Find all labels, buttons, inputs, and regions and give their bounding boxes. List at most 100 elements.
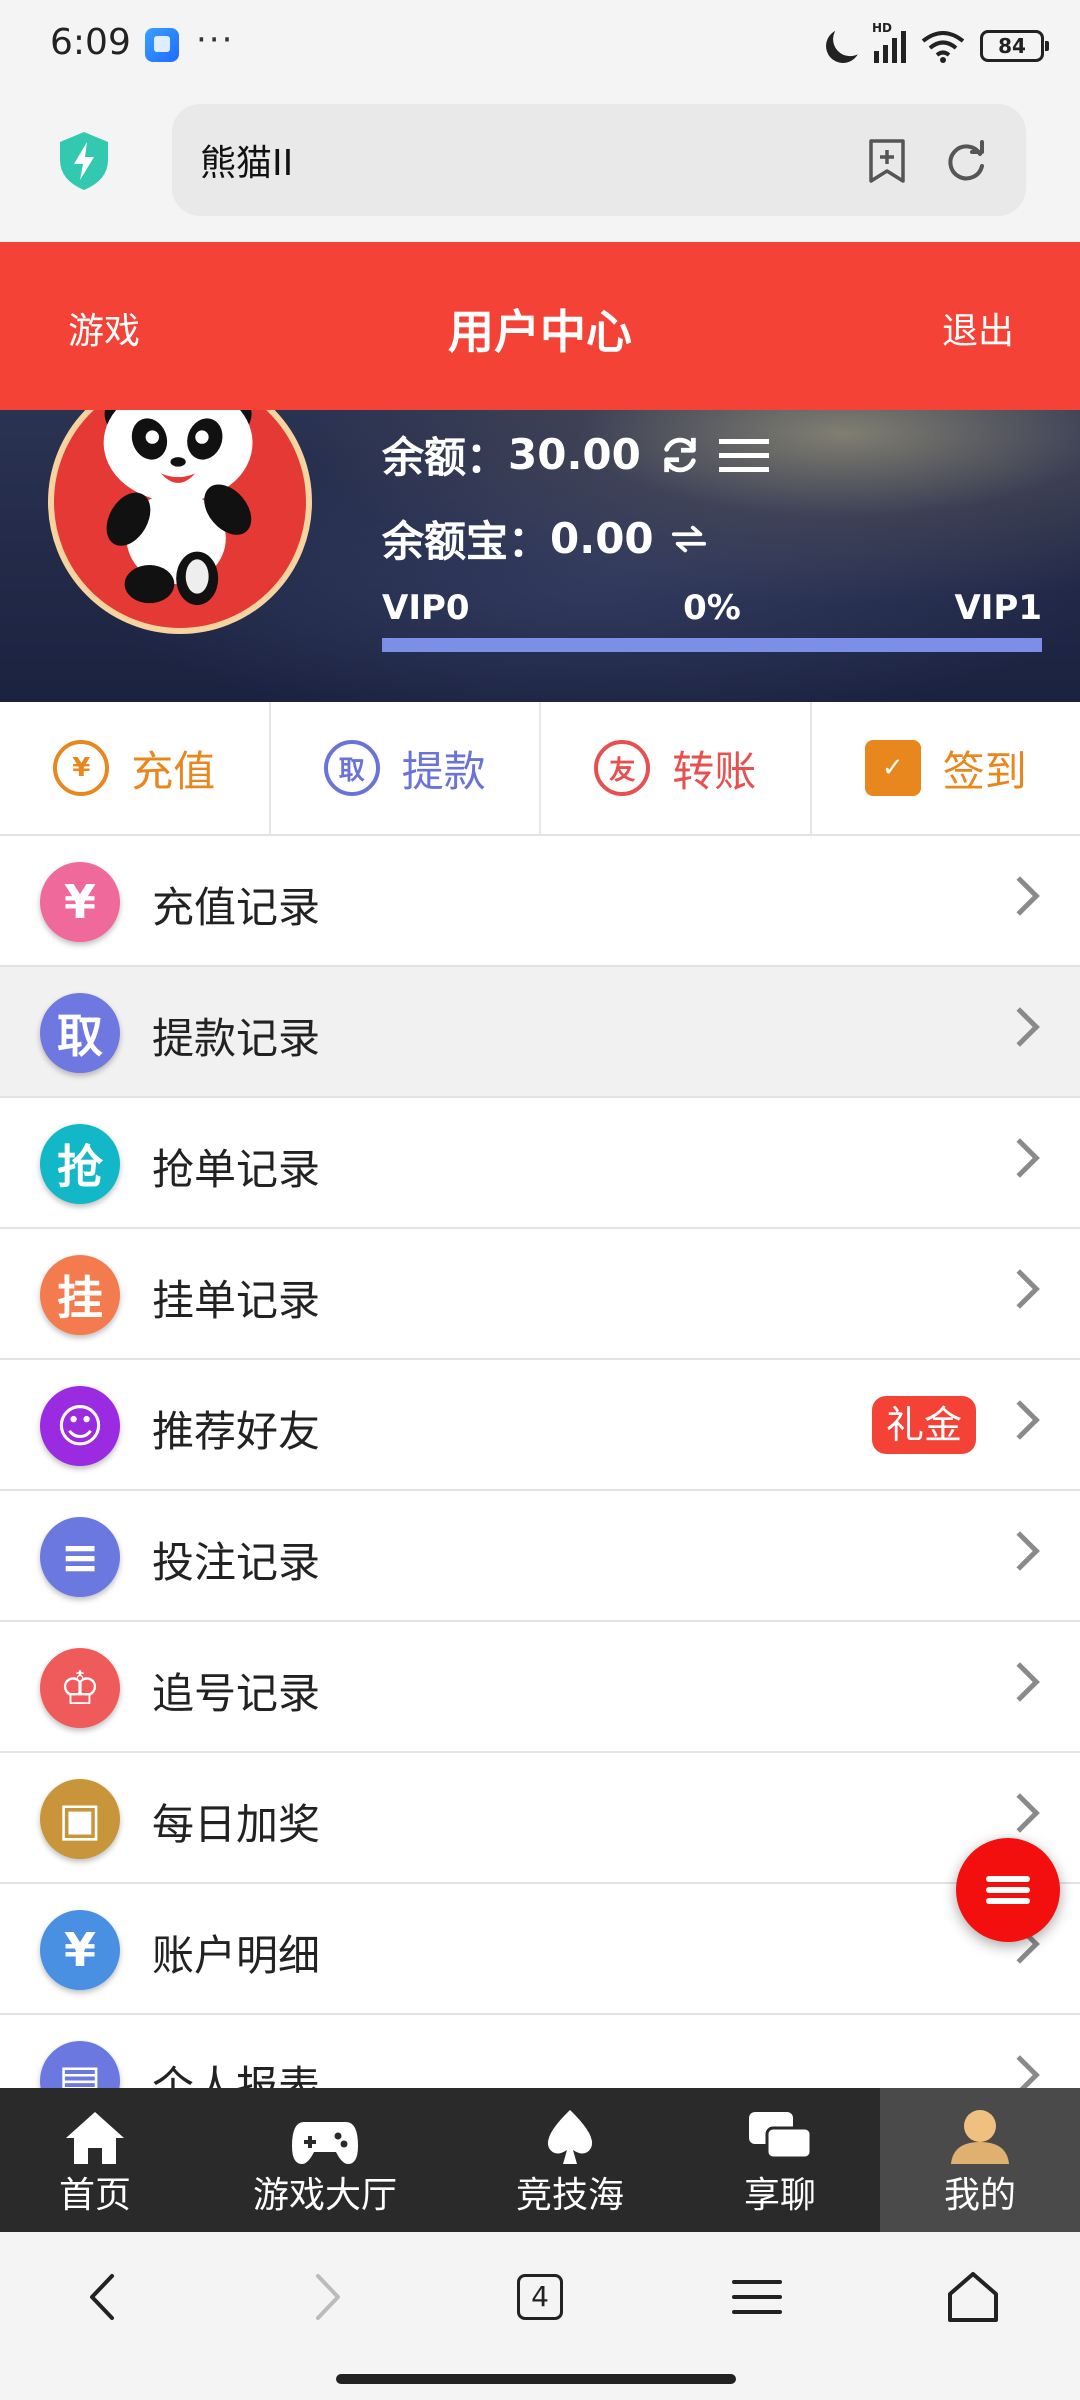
- quick-action-label: 签到: [942, 746, 1027, 796]
- menu-item[interactable]: 取提款记录: [0, 967, 1080, 1098]
- nav-label: 游戏大厅: [252, 2175, 397, 2216]
- menu-item[interactable]: ≡ 投注记录: [0, 1491, 1080, 1622]
- chevron-right-icon: [1000, 876, 1040, 916]
- nav-item-3[interactable]: 享聊: [680, 2088, 880, 2232]
- menu-item-label: 抢单记录: [152, 1145, 321, 1194]
- nav-label: 享聊: [743, 2175, 816, 2216]
- trophy-icon: ♔: [40, 1648, 120, 1728]
- chevron-right-icon: [1000, 1662, 1040, 1702]
- address-text[interactable]: 熊猫II: [200, 134, 293, 186]
- address-bar[interactable]: 熊猫II: [172, 104, 1026, 216]
- nav-item-1[interactable]: 游戏大厅: [190, 2088, 460, 2232]
- add-bookmark-icon[interactable]: [866, 138, 908, 184]
- quick-action-2[interactable]: 友转账: [541, 702, 812, 834]
- menu-item[interactable]: 挂挂单记录: [0, 1229, 1080, 1360]
- bet-record-icon: ≡: [40, 1517, 120, 1597]
- home-browser-icon[interactable]: [938, 2262, 1008, 2332]
- menu-item[interactable]: ¥ 账户明细: [0, 1884, 1080, 2015]
- reload-icon[interactable]: [944, 140, 988, 184]
- quick-action-label: 充值: [131, 746, 216, 796]
- menu-item-label: 账户明细: [152, 1931, 321, 1980]
- security-shield-icon[interactable]: [56, 130, 112, 192]
- balance-row: 余额： 30.00: [382, 424, 769, 485]
- nav-label: 我的: [943, 2175, 1016, 2216]
- quick-action-label: 提款: [401, 746, 486, 796]
- menu-item[interactable]: ¥ 充值记录: [0, 836, 1080, 967]
- quick-action-label: 转账: [672, 746, 757, 796]
- menu-icon[interactable]: [718, 435, 769, 475]
- menu-item[interactable]: ▣ 每日加奖: [0, 1753, 1080, 1884]
- nav-item-2[interactable]: 竞技海: [460, 2088, 680, 2232]
- forward-icon[interactable]: [290, 2262, 360, 2332]
- chevron-right-icon: [1000, 1269, 1040, 1309]
- menu-item-label: 投注记录: [152, 1538, 321, 1587]
- nav-item-4[interactable]: 我的: [880, 2088, 1080, 2232]
- chat-icon: [749, 2112, 813, 2160]
- signal-icon: HD: [872, 21, 906, 63]
- app-header: 游戏 用户中心 退出: [0, 242, 1080, 410]
- menu-item[interactable]: 抢抢单记录: [0, 1098, 1080, 1229]
- user-icon: [951, 2110, 1009, 2164]
- refer-friends-icon: ☺: [40, 1386, 120, 1466]
- yuebao-row: 余额宝： 0.00: [382, 508, 708, 569]
- home-indicator[interactable]: [336, 2374, 736, 2384]
- bottom-navigation: 首页 游戏大厅 竞技海 享聊 我的: [0, 2088, 1080, 2232]
- menu-item-label: 推荐好友: [152, 1407, 321, 1456]
- back-icon[interactable]: [70, 2262, 140, 2332]
- status-time: 6:09: [50, 22, 131, 63]
- vip-labels: VIP0 0% VIP1: [382, 588, 1042, 628]
- app-notification-icon: [145, 28, 179, 62]
- bonus-badge: 礼金: [871, 1396, 976, 1454]
- menu-item[interactable]: ♔ 追号记录: [0, 1622, 1080, 1753]
- avatar[interactable]: [48, 410, 312, 634]
- gamepad-icon: [292, 2122, 358, 2164]
- menu-item[interactable]: ☺ 推荐好友 礼金: [0, 1360, 1080, 1491]
- yuebao-value: 0.00: [550, 514, 654, 563]
- logout-link[interactable]: 退出: [942, 302, 1014, 354]
- tab-count: 4: [517, 2274, 563, 2320]
- quick-actions: ¥ 充值取提款友转账 ✓ 签到: [0, 702, 1080, 836]
- quick-action-3[interactable]: ✓ 签到: [812, 702, 1080, 834]
- menu-lines-icon[interactable]: [722, 2262, 792, 2332]
- spade-icon: [547, 2110, 593, 2164]
- menu-item-label: 充值记录: [152, 883, 321, 932]
- profile-banner: 余额： 30.00 余额宝： 0.00 VIP0 0% VIP1: [0, 410, 1080, 702]
- withdraw-icon: 取: [323, 740, 380, 796]
- chevron-right-icon: [1000, 1007, 1040, 1047]
- panda-avatar-icon: [103, 410, 253, 606]
- wifi-icon: [921, 31, 965, 63]
- menu-list: ¥ 充值记录取提款记录抢抢单记录挂挂单记录 ☺ 推荐好友 礼金 ≡ 投注记录 ♔ 追号记录 ▣ 每日…: [0, 836, 1080, 2146]
- chevron-right-icon: [1000, 1138, 1040, 1178]
- menu-item-label: 提款记录: [152, 1014, 321, 1063]
- balance-label: 余额：: [382, 433, 509, 482]
- yuebao-label: 余额宝：: [382, 517, 551, 566]
- nav-item-0[interactable]: 首页: [0, 2088, 190, 2232]
- network-type: HD: [872, 21, 893, 35]
- chevron-right-icon: [1000, 1531, 1040, 1571]
- more-notifications-icon: ···: [196, 20, 235, 60]
- yuan-coin-icon: ¥: [53, 740, 110, 796]
- vip-current: VIP0: [382, 588, 470, 628]
- menu-item-label: 追号记录: [152, 1669, 321, 1718]
- vip-progress-text: 0%: [683, 588, 741, 628]
- gift-icon: ▣: [40, 1779, 120, 1859]
- quick-action-0[interactable]: ¥ 充值: [0, 702, 271, 834]
- tabs-button[interactable]: 4: [505, 2262, 575, 2332]
- browser-bottom-bar: 4: [0, 2232, 1080, 2400]
- transfer-arrows-icon[interactable]: [670, 524, 708, 554]
- status-bar: 6:09 ··· HD 84: [0, 0, 1080, 92]
- calendar-check-icon: ✓: [864, 740, 921, 796]
- do-not-disturb-icon: [821, 24, 865, 68]
- refresh-icon[interactable]: [659, 434, 701, 476]
- quick-action-1[interactable]: 取提款: [271, 702, 541, 834]
- menu-item-label: 挂单记录: [152, 1276, 321, 1325]
- vip-progress-bar: [382, 638, 1042, 652]
- pending-order-icon: 挂: [40, 1255, 120, 1335]
- menu-item-label: 每日加奖: [152, 1800, 321, 1849]
- nav-label: 竞技海: [515, 2175, 624, 2216]
- balance-value: 30.00: [508, 430, 641, 479]
- browser-toolbar: 熊猫II: [0, 92, 1080, 242]
- floating-menu-button[interactable]: [956, 1838, 1060, 1942]
- nav-label: 首页: [58, 2175, 131, 2216]
- recharge-record-icon: ¥: [40, 862, 120, 942]
